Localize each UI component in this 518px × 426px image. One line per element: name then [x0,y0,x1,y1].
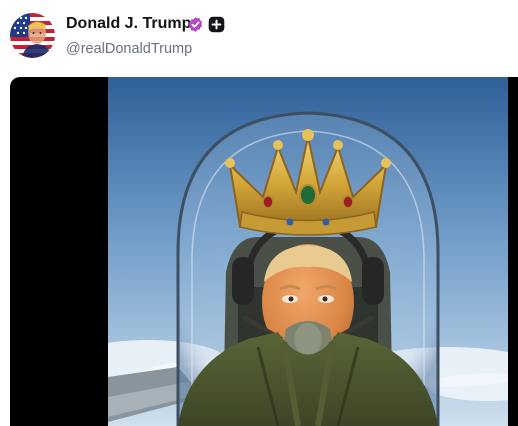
post-media[interactable] [10,77,518,426]
post-card: Donald J. Trump @realDonaldTrump [0,0,518,426]
avatar[interactable] [10,13,55,58]
author-handle[interactable]: @realDonaldTrump [66,41,192,57]
avatar-image [10,13,55,58]
post-header: Donald J. Trump @realDonaldTrump [0,0,518,70]
author-name[interactable]: Donald J. Trump [66,15,191,33]
verified-badge-icon [187,16,204,33]
media-image [108,77,508,426]
plus-icon[interactable] [208,16,225,33]
